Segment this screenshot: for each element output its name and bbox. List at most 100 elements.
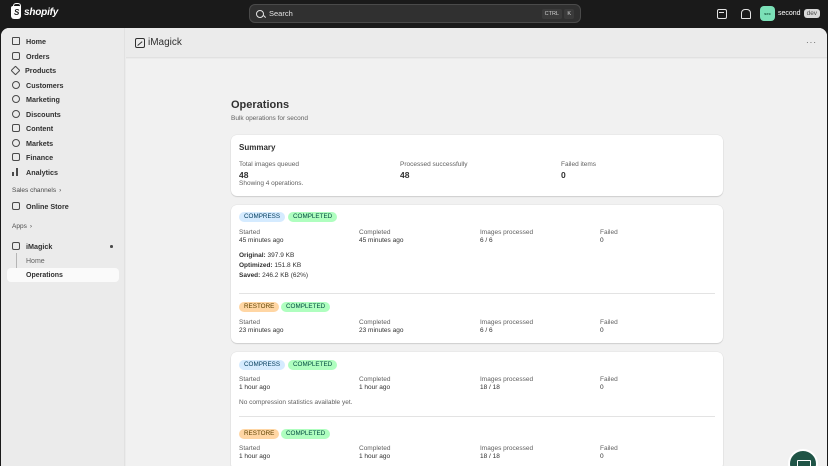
stat-label: Optimized: xyxy=(239,262,273,269)
sidebar-subitem-home[interactable]: Home xyxy=(7,254,119,268)
started-field: Started 1 hour ago xyxy=(239,376,270,391)
field-value: 45 minutes ago xyxy=(359,237,404,244)
sidebar-item-analytics[interactable]: Analytics xyxy=(7,165,119,179)
operation-type-badge: COMPRESS xyxy=(239,360,286,370)
field-value: 6 / 6 xyxy=(480,237,493,244)
globe-icon xyxy=(12,139,20,147)
sidebar-item-markets[interactable]: Markets xyxy=(7,136,119,150)
shortcut-ctrl: CTRL xyxy=(541,9,562,19)
field-label: Failed xyxy=(600,319,618,326)
total-images-stat: Total images queued 48 xyxy=(239,161,299,180)
sidebar-item-marketing[interactable]: Marketing xyxy=(7,92,119,106)
orders-icon xyxy=(12,52,20,60)
stat-label: Saved: xyxy=(239,272,261,279)
stat-label: Failed items xyxy=(561,161,597,168)
sidebar-item-customers[interactable]: Customers xyxy=(7,78,119,92)
started-field: Started 23 minutes ago xyxy=(239,319,283,334)
analytics-icon xyxy=(12,168,20,176)
stat-value: 48 xyxy=(400,170,410,180)
summary-title: Summary xyxy=(239,143,276,152)
sidebar-item-imagick[interactable]: iMagick xyxy=(7,239,119,253)
operations-card: COMPRESS COMPLETED Started 45 minutes ag… xyxy=(231,205,723,343)
summary-card: Summary Total images queued 48 Processed… xyxy=(231,135,723,196)
field-label: Images processed xyxy=(480,229,534,236)
field-value: 0 xyxy=(600,453,604,460)
sidebar-item-online-store[interactable]: Online Store xyxy=(7,199,119,213)
bank-icon xyxy=(12,153,20,161)
failed-field: Failed 0 xyxy=(600,319,618,334)
app-title: iMagick xyxy=(148,37,182,48)
dev-badge: dev xyxy=(803,9,821,18)
field-label: Started xyxy=(239,319,260,326)
avatar: sec xyxy=(760,6,775,21)
field-label: Images processed xyxy=(480,319,534,326)
failed-field: Failed 0 xyxy=(600,229,618,244)
shopify-bag-icon: S xyxy=(11,3,21,19)
failed-stat: Failed items 0 xyxy=(561,161,596,180)
images-processed-field: Images processed 18 / 18 xyxy=(480,376,533,391)
no-stats-note: No compression statistics available yet. xyxy=(239,399,353,406)
content-icon xyxy=(12,124,20,132)
apps-label: Apps xyxy=(12,223,27,230)
status-badge: COMPLETED xyxy=(281,429,331,439)
status-badge: COMPLETED xyxy=(288,360,338,370)
sidebar-item-orders[interactable]: Orders xyxy=(7,49,119,63)
stat-value: 151.8 KB xyxy=(274,262,302,269)
user-menu[interactable]: sec second dev xyxy=(760,6,821,21)
processed-stat: Processed successfully 48 xyxy=(400,161,468,180)
field-value: 6 / 6 xyxy=(480,327,493,334)
operations-card: COMPRESS COMPLETED Started 1 hour ago Co… xyxy=(231,352,723,466)
sidebar-item-discounts[interactable]: Discounts xyxy=(7,107,119,121)
sidebar-item-label: Content xyxy=(26,123,54,133)
stat-value: 397.9 KB xyxy=(267,252,295,259)
online-store-icon xyxy=(12,202,20,210)
field-value: 1 hour ago xyxy=(239,453,271,460)
completed-field: Completed 1 hour ago xyxy=(359,376,390,391)
sidebar-item-label: Online Store xyxy=(26,201,69,211)
store-icon[interactable] xyxy=(717,9,727,19)
images-processed-field: Images processed 18 / 18 xyxy=(480,445,533,460)
field-label: Completed xyxy=(359,229,391,236)
chevron-right-icon: › xyxy=(59,187,62,194)
sidebar-item-label: Discounts xyxy=(26,109,61,119)
divider xyxy=(239,416,715,417)
app-pin-dot xyxy=(110,245,113,248)
sidebar-item-content[interactable]: Content xyxy=(7,121,119,135)
app-header: iMagick ··· xyxy=(126,28,827,58)
sidebar-item-label: Products xyxy=(25,65,57,75)
apps-heading[interactable]: Apps › xyxy=(12,223,32,230)
field-label: Images processed xyxy=(480,376,534,383)
sidebar-item-products[interactable]: Products xyxy=(7,63,119,77)
more-icon[interactable]: ··· xyxy=(806,39,817,47)
stat-label: Processed successfully xyxy=(400,161,468,168)
field-label: Started xyxy=(239,229,260,236)
sales-channels-heading[interactable]: Sales channels › xyxy=(12,187,61,194)
sidebar-item-label: Orders xyxy=(26,51,50,61)
page-subtitle: Bulk operations for second xyxy=(231,115,308,122)
search-icon xyxy=(256,9,264,18)
user-name: second xyxy=(778,10,801,17)
shopify-logo[interactable]: S shopify xyxy=(11,3,58,19)
sidebar-item-label: Finance xyxy=(26,152,54,162)
sidebar-item-home[interactable]: Home xyxy=(7,34,119,48)
search-bar[interactable]: Search CTRL K xyxy=(249,4,581,23)
sidebar-item-finance[interactable]: Finance xyxy=(7,150,119,164)
image-icon xyxy=(135,38,145,48)
bell-icon[interactable] xyxy=(740,9,751,19)
sidebar-item-label: Home xyxy=(26,36,46,46)
operation-type-badge: COMPRESS xyxy=(239,212,286,222)
images-processed-field: Images processed 6 / 6 xyxy=(480,319,533,334)
person-icon xyxy=(12,81,20,89)
completed-field: Completed 45 minutes ago xyxy=(359,229,403,244)
stat-value: 48 xyxy=(239,170,249,180)
stat-label: Original: xyxy=(239,252,266,259)
top-bar: S shopify Search CTRL K sec second dev xyxy=(0,0,828,28)
field-label: Started xyxy=(239,376,260,383)
sidebar: Home Orders Products Customers Marketing… xyxy=(1,28,125,466)
sidebar-subitem-operations[interactable]: Operations xyxy=(7,268,119,282)
stat-value: 246.2 KB (62%) xyxy=(262,272,309,279)
main-content: Operations Bulk operations for second Su… xyxy=(126,59,827,466)
field-value: 0 xyxy=(600,327,604,334)
chevron-right-icon: › xyxy=(29,223,32,230)
field-label: Completed xyxy=(359,445,391,452)
